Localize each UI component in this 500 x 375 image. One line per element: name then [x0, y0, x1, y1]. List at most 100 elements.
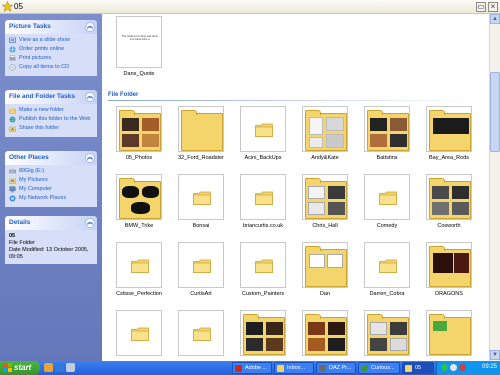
taskbar-item-inbox[interactable]: Inbox...	[274, 362, 314, 374]
picture-tasks-header[interactable]: Picture Tasks ︽	[5, 20, 97, 34]
photo-preview	[266, 338, 283, 351]
copy-to-cd-task[interactable]: Copy all items to CD	[9, 64, 94, 71]
folder-cosworth[interactable]: Cosworth	[420, 174, 478, 229]
folder-thumbnail	[426, 242, 472, 288]
photo-preview	[432, 202, 449, 215]
group-divider	[108, 100, 478, 101]
collapse-chevron-icon[interactable]: ︽	[85, 22, 95, 32]
folder-bonsai[interactable]: Bonsai	[172, 174, 230, 229]
slideshow-icon	[9, 37, 16, 43]
tray-volume-icon[interactable]	[450, 364, 457, 371]
folder-row4-4[interactable]	[296, 310, 354, 356]
photo-preview	[246, 338, 263, 351]
photo-preview	[308, 322, 325, 335]
mail-icon	[277, 365, 284, 372]
collapse-chevron-icon[interactable]: ︽	[85, 92, 95, 102]
photo-preview	[122, 134, 139, 147]
folder-row4-6[interactable]	[420, 310, 478, 356]
folder-comedy[interactable]: Comedy	[358, 174, 416, 229]
file-dans-quote[interactable]: The reward of a thing well done, is to h…	[110, 16, 168, 77]
file-folder-tasks-header[interactable]: File and Folder Tasks ︽	[5, 90, 97, 104]
scroll-down-arrow-icon[interactable]: ▼	[490, 350, 500, 360]
folder-row4-5[interactable]	[358, 310, 416, 356]
tray-security-icon[interactable]	[459, 364, 466, 371]
folder-label: 05_Photos	[125, 155, 153, 161]
maximize-button[interactable]: ▭	[476, 2, 486, 12]
folder-bmw-trike[interactable]: BMW_Trike	[110, 174, 168, 229]
folder-thumbnail	[302, 242, 348, 288]
details-title: Details	[9, 219, 31, 226]
share-folder-task[interactable]: Share this folder	[9, 125, 94, 132]
scroll-up-arrow-icon[interactable]: ▲	[490, 14, 500, 24]
folder-thumbnail	[364, 242, 410, 288]
place-drive-e[interactable]: 80Gig (E:)	[9, 168, 94, 175]
folder-label: DRAGONS	[435, 291, 463, 297]
start-button[interactable]: start	[0, 361, 40, 375]
details-header[interactable]: Details ︽	[5, 216, 97, 230]
taskbar-item-05[interactable]: 05	[402, 362, 434, 374]
folder-icon	[379, 259, 397, 273]
folder-05-photos[interactable]: 05_Photos	[110, 106, 168, 161]
order-prints-task[interactable]: Order prints online	[9, 46, 94, 53]
collapse-chevron-icon[interactable]: ︽	[85, 218, 95, 228]
place-my-computer[interactable]: My Computer	[9, 186, 94, 193]
place-my-network[interactable]: My Network Places	[9, 195, 94, 202]
dans-quote-label: Dans_Quote	[123, 71, 155, 77]
folder-label: Dan	[319, 291, 331, 297]
photo-preview	[326, 117, 344, 131]
quicklaunch-icon[interactable]	[66, 363, 75, 372]
place-my-pictures[interactable]: My Pictures	[9, 177, 94, 184]
folder-row4-3[interactable]	[234, 310, 292, 356]
folder-bay-area-rods[interactable]: Bay_Area_Rods	[420, 106, 478, 161]
folder-row4-1[interactable]	[110, 310, 168, 356]
folder-icon	[255, 259, 273, 273]
publish-folder-task[interactable]: Publish this folder to the Web	[9, 116, 94, 123]
start-label: start	[14, 363, 32, 372]
make-new-folder-task[interactable]: Make a new folder	[9, 107, 94, 114]
other-places-panel: Other Places ︽ 80Gig (E:) My Pictures My…	[5, 151, 97, 207]
taskbar-item-daz[interactable]: DAZ Pr...	[316, 362, 356, 374]
taskbar-clock: 09:25	[481, 364, 497, 370]
folder-32-ford-roadster[interactable]: 32_Ford_Roadster	[172, 106, 230, 161]
photo-preview	[327, 254, 343, 268]
folder-custom-painters[interactable]: Custom_Painters	[234, 242, 292, 297]
taskbar-item-label: Adobe ...	[245, 365, 268, 371]
folder-row4-2[interactable]	[172, 310, 230, 356]
print-pictures-task[interactable]: Print pictures	[9, 55, 94, 62]
close-button[interactable]: ×	[488, 2, 498, 12]
taskbar-item-curious[interactable]: Curious...	[358, 362, 400, 374]
taskbar-item-adobe[interactable]: Adobe ...	[232, 362, 272, 374]
details-panel: Details ︽ 05 File Folder Date Modified: …	[5, 216, 97, 264]
photo-preview	[390, 322, 407, 335]
folder-cstisse-perfection[interactable]: Cstisse_Perfection	[110, 242, 168, 297]
folder-icon	[379, 191, 397, 205]
other-places-header[interactable]: Other Places ︽	[5, 151, 97, 165]
folder-curtisart[interactable]: CurtisArt	[172, 242, 230, 297]
quicklaunch-icon[interactable]	[55, 363, 64, 372]
folder-thumbnail	[178, 106, 224, 152]
collapse-chevron-icon[interactable]: ︽	[85, 153, 95, 163]
slideshow-task[interactable]: View as a slide show	[9, 37, 94, 44]
folder-acini-backups[interactable]: Acini_BackUps	[234, 106, 292, 161]
folder-dragons[interactable]: DRAGONS	[420, 242, 478, 297]
copy-to-cd-task-label: Copy all items to CD	[19, 64, 70, 70]
tray-network-icon[interactable]	[441, 364, 448, 371]
folder-thumbnail	[240, 106, 286, 152]
folder-thumbnail	[364, 310, 410, 356]
quicklaunch-icon[interactable]	[44, 363, 53, 372]
details-name: 05	[9, 233, 16, 239]
folder-label: Comedy	[376, 223, 398, 229]
photo-preview	[433, 321, 447, 331]
folder-chris-hall[interactable]: Chris_Hall	[296, 174, 354, 229]
other-places-title: Other Places	[9, 154, 49, 161]
folder-briancurtis[interactable]: briancurtis.co.uk	[234, 174, 292, 229]
photo-preview	[370, 338, 387, 351]
folder-darren-cobra[interactable]: Darren_Cobra	[358, 242, 416, 297]
new-folder-icon	[9, 108, 16, 114]
vertical-scrollbar[interactable]: ▲ ▼	[489, 14, 500, 361]
folder-dan[interactable]: Dan	[296, 242, 354, 297]
scroll-thumb[interactable]	[490, 72, 500, 152]
folder-andy-kate[interactable]: Andy&Kate	[296, 106, 354, 161]
taskbar-item-label: 05	[415, 365, 422, 371]
folder-battstins[interactable]: Battstins	[358, 106, 416, 161]
